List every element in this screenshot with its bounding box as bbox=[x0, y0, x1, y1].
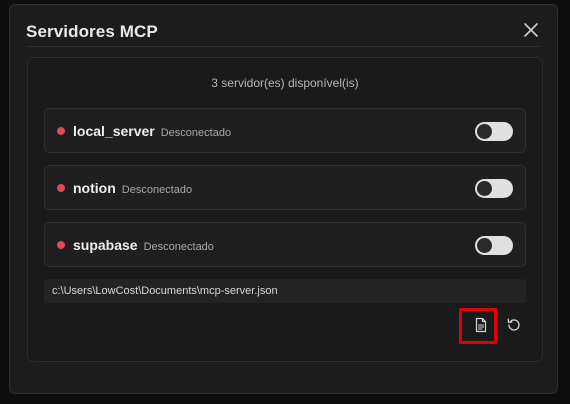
status-dot bbox=[57, 127, 65, 135]
server-toggle-notion[interactable] bbox=[475, 179, 513, 198]
server-status: Desconectado bbox=[160, 127, 232, 139]
server-toggle-supabase[interactable] bbox=[475, 236, 513, 255]
status-dot bbox=[57, 184, 65, 192]
servers-count-text: 3 servidor(es) disponível(is) bbox=[211, 76, 359, 90]
server-name-label: supabase bbox=[73, 237, 138, 253]
toggle-knob bbox=[477, 124, 492, 139]
server-name: notion Desconectado bbox=[73, 180, 192, 196]
server-name: supabase Desconectado bbox=[73, 237, 214, 253]
toggle-knob bbox=[477, 238, 492, 253]
server-name: local_server Desconectado bbox=[73, 123, 231, 139]
server-status: Desconectado bbox=[121, 184, 193, 196]
close-icon bbox=[524, 23, 538, 37]
toggle-knob bbox=[477, 181, 492, 196]
server-name-label: notion bbox=[73, 180, 116, 196]
config-path-field[interactable]: c:\Users\LowCost\Documents\mcp-server.js… bbox=[44, 279, 526, 303]
refresh-icon bbox=[507, 318, 520, 331]
status-dot bbox=[57, 241, 65, 249]
dialog-title: Servidores MCP bbox=[26, 22, 158, 41]
server-card-supabase: supabase Desconectado bbox=[44, 222, 526, 267]
reload-servers-button[interactable] bbox=[503, 314, 525, 336]
mcp-servers-dialog: Servidores MCP 3 servidor(es) disponível… bbox=[9, 4, 558, 394]
server-card-notion: notion Desconectado bbox=[44, 165, 526, 210]
server-card-local-server: local_server Desconectado bbox=[44, 108, 526, 153]
highlight-annotation bbox=[459, 308, 497, 344]
server-name-label: local_server bbox=[73, 123, 155, 139]
dialog-header: Servidores MCP bbox=[26, 5, 541, 47]
server-status: Desconectado bbox=[143, 241, 214, 253]
close-button[interactable] bbox=[523, 22, 539, 38]
server-toggle-local-server[interactable] bbox=[475, 122, 513, 141]
